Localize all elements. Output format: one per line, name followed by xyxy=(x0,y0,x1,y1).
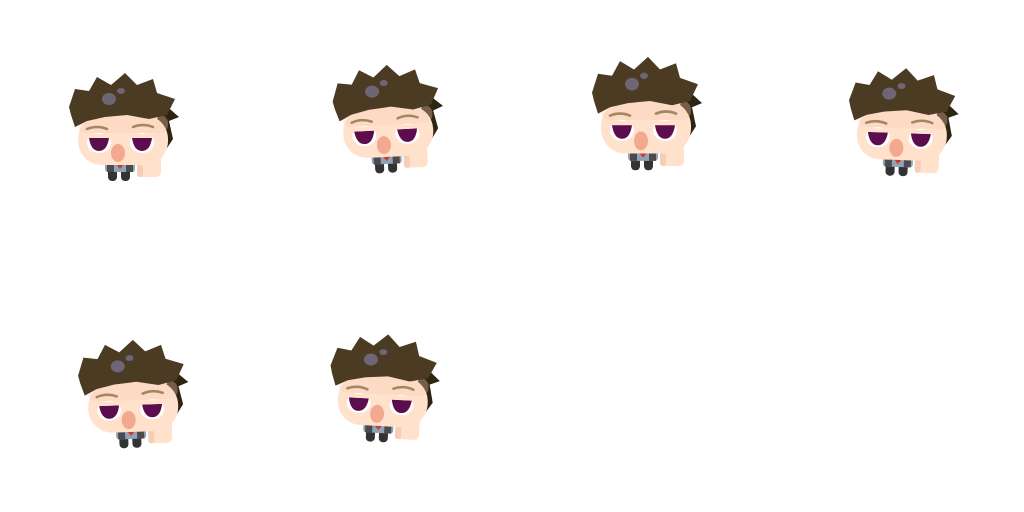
chibi-character-sprite xyxy=(67,71,181,183)
sprite-frame-1 xyxy=(45,55,195,205)
chibi-character-sprite xyxy=(325,330,444,447)
sprite-frame-2 xyxy=(310,47,460,197)
sprite-frame-3 xyxy=(568,42,718,192)
chibi-character-sprite xyxy=(75,336,192,452)
sprite-frame-6 xyxy=(305,316,455,466)
sprite-frame-4 xyxy=(824,50,974,200)
sprite-frame-5 xyxy=(55,322,205,472)
chibi-character-sprite xyxy=(329,60,448,177)
chibi-character-sprite xyxy=(590,55,704,172)
chibi-character-sprite xyxy=(845,65,962,180)
sprite-sheet xyxy=(0,0,1024,512)
